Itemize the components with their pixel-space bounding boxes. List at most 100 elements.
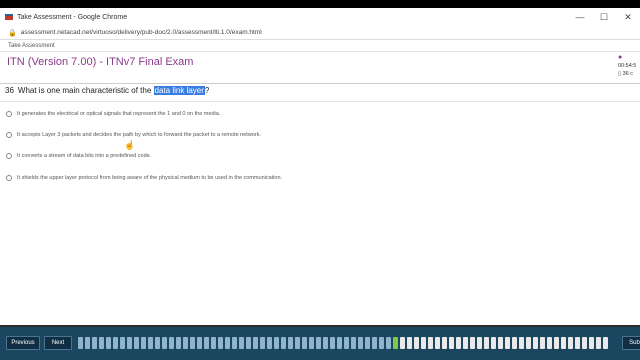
next-button[interactable]: Next bbox=[44, 336, 72, 350]
progress-segment[interactable] bbox=[225, 337, 230, 349]
progress-segment[interactable] bbox=[421, 337, 426, 349]
progress-segment[interactable] bbox=[547, 337, 552, 349]
progress-segment[interactable] bbox=[92, 337, 97, 349]
progress-segment[interactable] bbox=[260, 337, 265, 349]
progress-segment[interactable] bbox=[428, 337, 433, 349]
progress-segment[interactable] bbox=[526, 337, 531, 349]
progress-segment[interactable] bbox=[484, 337, 489, 349]
progress-segment[interactable] bbox=[295, 337, 300, 349]
radio-button[interactable] bbox=[6, 132, 12, 138]
hand-cursor-icon: ☝ bbox=[124, 140, 136, 150]
progress-segment[interactable] bbox=[78, 337, 83, 349]
progress-segment[interactable] bbox=[267, 337, 272, 349]
progress-segment[interactable] bbox=[463, 337, 468, 349]
progress-segment[interactable] bbox=[253, 337, 258, 349]
progress-segment[interactable] bbox=[575, 337, 580, 349]
progress-segment[interactable] bbox=[106, 337, 111, 349]
progress-segment[interactable] bbox=[309, 337, 314, 349]
progress-segment[interactable] bbox=[540, 337, 545, 349]
progress-segment[interactable] bbox=[176, 337, 181, 349]
answer-option[interactable]: It converts a stream of data bits into a… bbox=[6, 153, 151, 159]
window-title: Take Assessment - Google Chrome bbox=[17, 13, 128, 21]
progress-segment[interactable] bbox=[596, 337, 601, 349]
progress-segment[interactable] bbox=[386, 337, 391, 349]
progress-segment[interactable] bbox=[141, 337, 146, 349]
progress-segment[interactable] bbox=[288, 337, 293, 349]
progress-segment[interactable] bbox=[127, 337, 132, 349]
progress-segment[interactable] bbox=[337, 337, 342, 349]
previous-button[interactable]: Previous bbox=[6, 336, 40, 350]
progress-segment[interactable] bbox=[323, 337, 328, 349]
progress-segment[interactable] bbox=[603, 337, 608, 349]
progress-segment[interactable] bbox=[393, 337, 398, 349]
progress-segment[interactable] bbox=[239, 337, 244, 349]
radio-button[interactable] bbox=[6, 153, 12, 159]
progress-segment[interactable] bbox=[246, 337, 251, 349]
progress-segment[interactable] bbox=[379, 337, 384, 349]
progress-segment[interactable] bbox=[232, 337, 237, 349]
progress-segment[interactable] bbox=[414, 337, 419, 349]
progress-segment[interactable] bbox=[148, 337, 153, 349]
progress-segment[interactable] bbox=[134, 337, 139, 349]
progress-segment[interactable] bbox=[190, 337, 195, 349]
progress-segment[interactable] bbox=[442, 337, 447, 349]
progress-segment[interactable] bbox=[533, 337, 538, 349]
progress-segment[interactable] bbox=[582, 337, 587, 349]
progress-segment[interactable] bbox=[85, 337, 90, 349]
option-label: It shields the upper layer protocol from… bbox=[17, 175, 283, 181]
progress-segment[interactable] bbox=[169, 337, 174, 349]
progress-segment[interactable] bbox=[589, 337, 594, 349]
progress-segment[interactable] bbox=[183, 337, 188, 349]
progress-segment[interactable] bbox=[113, 337, 118, 349]
progress-segment[interactable] bbox=[351, 337, 356, 349]
progress-segment[interactable] bbox=[330, 337, 335, 349]
progress-segment[interactable] bbox=[456, 337, 461, 349]
url-text[interactable]: assessment.netacad.net/virtuoso/delivery… bbox=[21, 29, 262, 36]
question-progress-bar bbox=[78, 337, 610, 349]
progress-segment[interactable] bbox=[505, 337, 510, 349]
progress-segment[interactable] bbox=[498, 337, 503, 349]
submit-button[interactable]: Subm bbox=[622, 336, 640, 350]
progress-segment[interactable] bbox=[344, 337, 349, 349]
lock-icon[interactable]: 🔒 bbox=[8, 29, 17, 37]
answer-option[interactable]: It accepts Layer 3 packets and decides t… bbox=[6, 132, 261, 138]
progress-segment[interactable] bbox=[449, 337, 454, 349]
close-icon[interactable]: ✕ bbox=[616, 12, 640, 23]
progress-segment[interactable] bbox=[477, 337, 482, 349]
progress-segment[interactable] bbox=[302, 337, 307, 349]
progress-segment[interactable] bbox=[218, 337, 223, 349]
progress-segment[interactable] bbox=[407, 337, 412, 349]
question-highlight: data link layer bbox=[153, 86, 205, 95]
progress-segment[interactable] bbox=[274, 337, 279, 349]
address-bar[interactable]: 🔒 assessment.netacad.net/virtuoso/delive… bbox=[0, 26, 640, 40]
progress-segment[interactable] bbox=[372, 337, 377, 349]
progress-segment[interactable] bbox=[561, 337, 566, 349]
answer-option[interactable]: It shields the upper layer protocol from… bbox=[6, 175, 282, 181]
answer-option[interactable]: It generates the electrical or optical s… bbox=[6, 111, 220, 117]
progress-segment[interactable] bbox=[120, 337, 125, 349]
progress-segment[interactable] bbox=[162, 337, 167, 349]
progress-segment[interactable] bbox=[400, 337, 405, 349]
progress-segment[interactable] bbox=[99, 337, 104, 349]
progress-segment[interactable] bbox=[316, 337, 321, 349]
progress-segment[interactable] bbox=[211, 337, 216, 349]
progress-segment[interactable] bbox=[358, 337, 363, 349]
progress-segment[interactable] bbox=[155, 337, 160, 349]
radio-button[interactable] bbox=[6, 175, 12, 181]
progress-segment[interactable] bbox=[470, 337, 475, 349]
radio-button[interactable] bbox=[6, 111, 12, 117]
progress-segment[interactable] bbox=[435, 337, 440, 349]
progress-segment[interactable] bbox=[491, 337, 496, 349]
progress-segment[interactable] bbox=[281, 337, 286, 349]
maximize-icon[interactable]: ☐ bbox=[592, 12, 616, 23]
progress-segment[interactable] bbox=[554, 337, 559, 349]
progress-segment[interactable] bbox=[519, 337, 524, 349]
progress-segment[interactable] bbox=[365, 337, 370, 349]
minimize-icon[interactable]: — bbox=[568, 12, 592, 22]
info-icon[interactable]: ● bbox=[618, 54, 640, 62]
progress-segment[interactable] bbox=[568, 337, 573, 349]
browser-titlebar: Take Assessment - Google Chrome — ☐ ✕ bbox=[0, 8, 640, 26]
progress-segment[interactable] bbox=[204, 337, 209, 349]
progress-segment[interactable] bbox=[197, 337, 202, 349]
progress-segment[interactable] bbox=[512, 337, 517, 349]
